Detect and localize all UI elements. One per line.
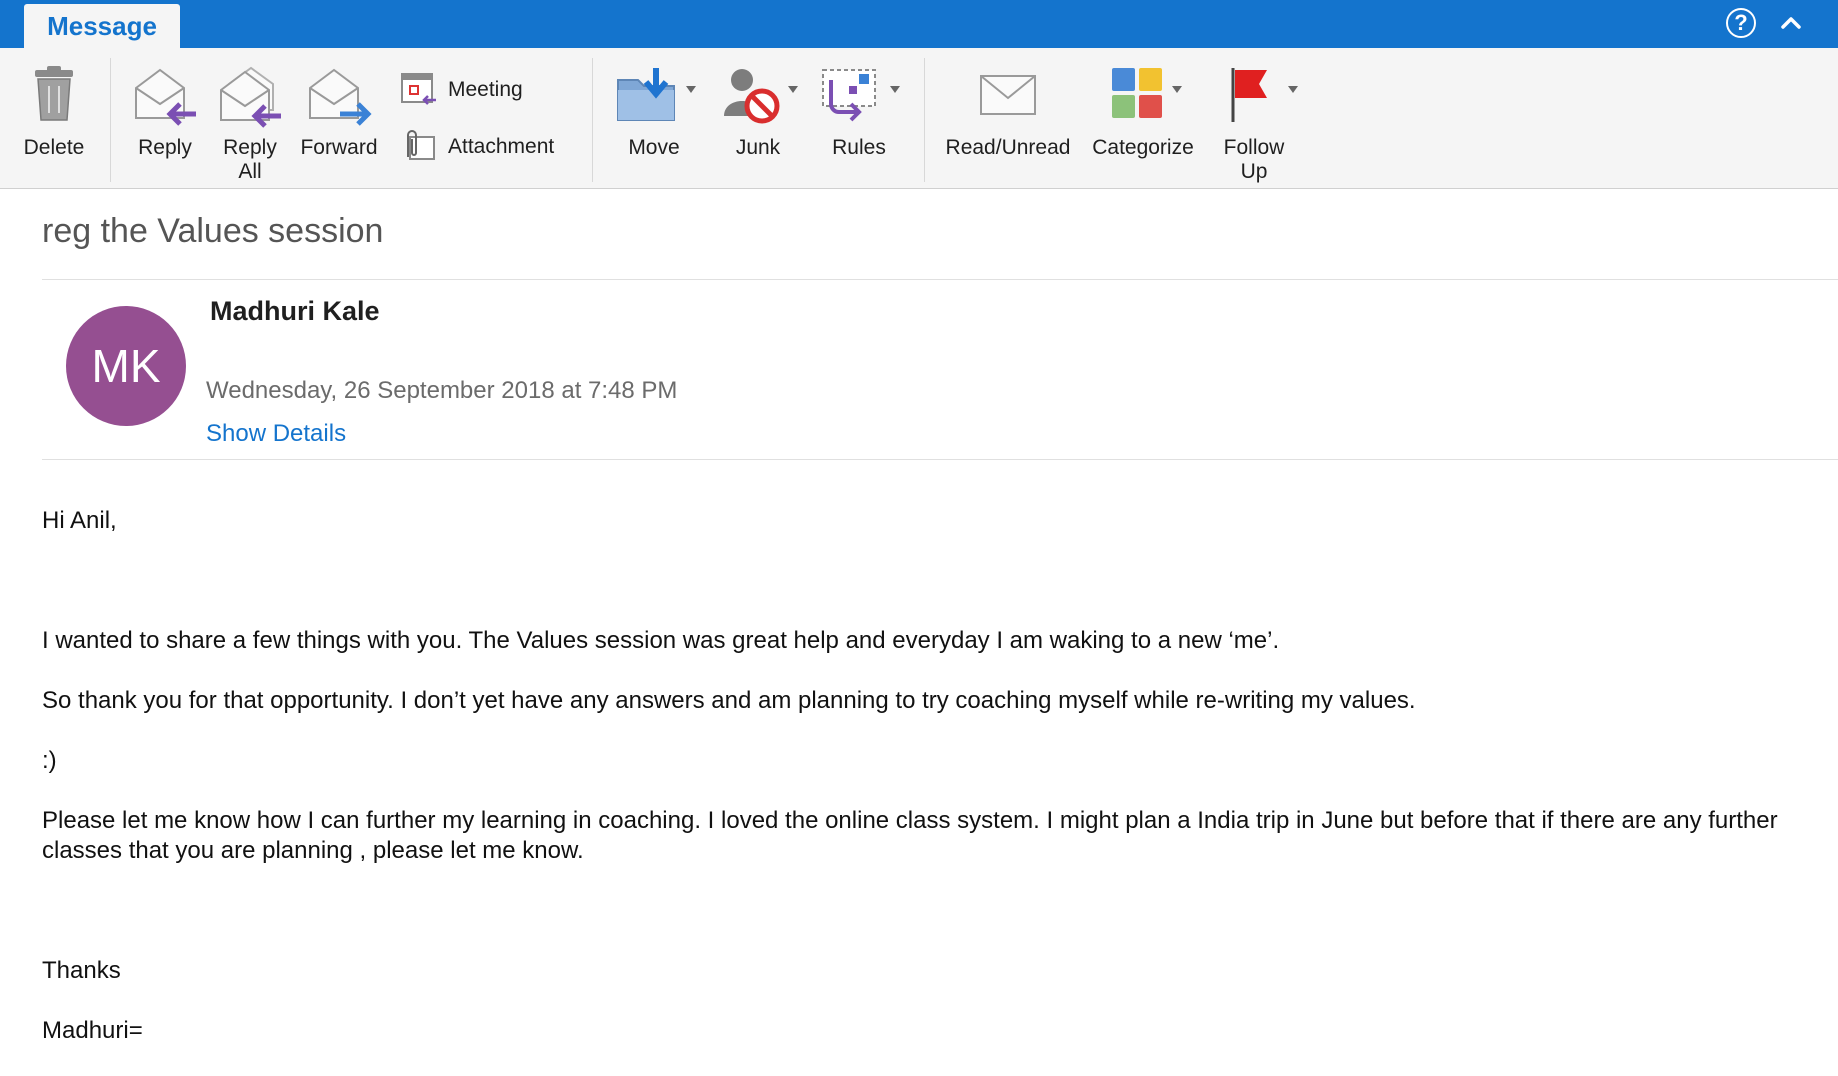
junk-label: Junk bbox=[735, 136, 781, 159]
body-line: I wanted to share a few things with you.… bbox=[42, 627, 1280, 654]
body-line: Please let me know how I can further my … bbox=[42, 807, 1778, 864]
body-line: So thank you for that opportunity. I don… bbox=[42, 687, 1416, 714]
flag-icon bbox=[1227, 66, 1273, 130]
ribbon-divider bbox=[592, 58, 593, 182]
junk-dropdown-icon[interactable] bbox=[788, 86, 798, 93]
categorize-label: Categorize bbox=[1092, 136, 1194, 159]
reply-all-label: Reply All bbox=[208, 136, 292, 184]
attachment-button[interactable]: Attachment bbox=[400, 129, 554, 165]
follow-up-label-line2: Up bbox=[1240, 160, 1268, 183]
forward-icon bbox=[306, 66, 372, 134]
rules-button[interactable]: Rules bbox=[814, 48, 904, 188]
categorize-dropdown-icon[interactable] bbox=[1172, 86, 1182, 93]
reply-icon bbox=[132, 66, 198, 134]
sender-avatar: MK bbox=[66, 306, 186, 426]
move-label: Move bbox=[628, 136, 680, 159]
categorize-button[interactable]: Categorize bbox=[1084, 48, 1202, 188]
delete-button[interactable]: Delete bbox=[14, 48, 94, 188]
ribbon-divider bbox=[110, 58, 111, 182]
move-button[interactable]: Move bbox=[610, 48, 698, 188]
envelope-icon bbox=[978, 66, 1038, 124]
calendar-icon bbox=[400, 72, 438, 108]
follow-up-dropdown-icon[interactable] bbox=[1288, 86, 1298, 93]
ribbon-toolbar: Delete Reply Reply All Forward Meeting A… bbox=[0, 48, 1838, 189]
tab-message[interactable]: Message bbox=[24, 4, 180, 49]
message-body: Hi Anil, I wanted to share a few things … bbox=[42, 476, 1812, 1076]
reply-all-label-line2: All bbox=[238, 160, 262, 183]
body-line: :) bbox=[42, 747, 57, 774]
rules-icon bbox=[821, 66, 883, 130]
reply-button[interactable]: Reply bbox=[124, 48, 206, 188]
meeting-button[interactable]: Meeting bbox=[400, 72, 523, 108]
reply-all-label-line1: Reply bbox=[223, 136, 277, 159]
attachment-label: Attachment bbox=[448, 135, 555, 158]
follow-up-label-line1: Follow bbox=[1223, 136, 1285, 159]
move-dropdown-icon[interactable] bbox=[686, 86, 696, 93]
folder-move-icon bbox=[616, 66, 678, 130]
reply-all-button[interactable]: Reply All bbox=[208, 48, 292, 188]
delete-label: Delete bbox=[23, 136, 85, 159]
trash-icon bbox=[31, 66, 77, 128]
follow-up-button[interactable]: Follow Up bbox=[1206, 48, 1302, 188]
body-signature: Madhuri= bbox=[42, 1017, 143, 1044]
body-greeting: Hi Anil, bbox=[42, 507, 117, 534]
rules-label: Rules bbox=[832, 136, 886, 159]
help-icon[interactable]: ? bbox=[1726, 8, 1756, 38]
read-unread-label: Read/Unread bbox=[945, 136, 1071, 159]
show-details-link[interactable]: Show Details bbox=[206, 420, 346, 448]
rules-dropdown-icon[interactable] bbox=[890, 86, 900, 93]
categorize-icon bbox=[1110, 66, 1166, 126]
forward-label: Forward bbox=[300, 136, 378, 159]
sender-name: Madhuri Kale bbox=[210, 296, 380, 326]
paperclip-icon bbox=[400, 129, 438, 165]
reply-label: Reply bbox=[138, 136, 192, 159]
junk-button[interactable]: Junk bbox=[712, 48, 804, 188]
meeting-label: Meeting bbox=[448, 78, 523, 101]
read-unread-button[interactable]: Read/Unread bbox=[940, 48, 1076, 188]
divider bbox=[42, 459, 1838, 460]
title-bar: Message ? bbox=[0, 0, 1838, 49]
body-thanks: Thanks bbox=[42, 957, 121, 984]
message-subject: reg the Values session bbox=[42, 212, 384, 250]
collapse-ribbon-icon[interactable] bbox=[1776, 10, 1806, 36]
follow-up-label: Follow Up bbox=[1206, 136, 1302, 184]
forward-button[interactable]: Forward bbox=[294, 48, 384, 188]
reply-all-icon bbox=[217, 66, 283, 134]
message-date: Wednesday, 26 September 2018 at 7:48 PM bbox=[206, 377, 678, 404]
ribbon-divider bbox=[924, 58, 925, 182]
divider bbox=[42, 279, 1838, 280]
junk-icon bbox=[720, 66, 782, 130]
